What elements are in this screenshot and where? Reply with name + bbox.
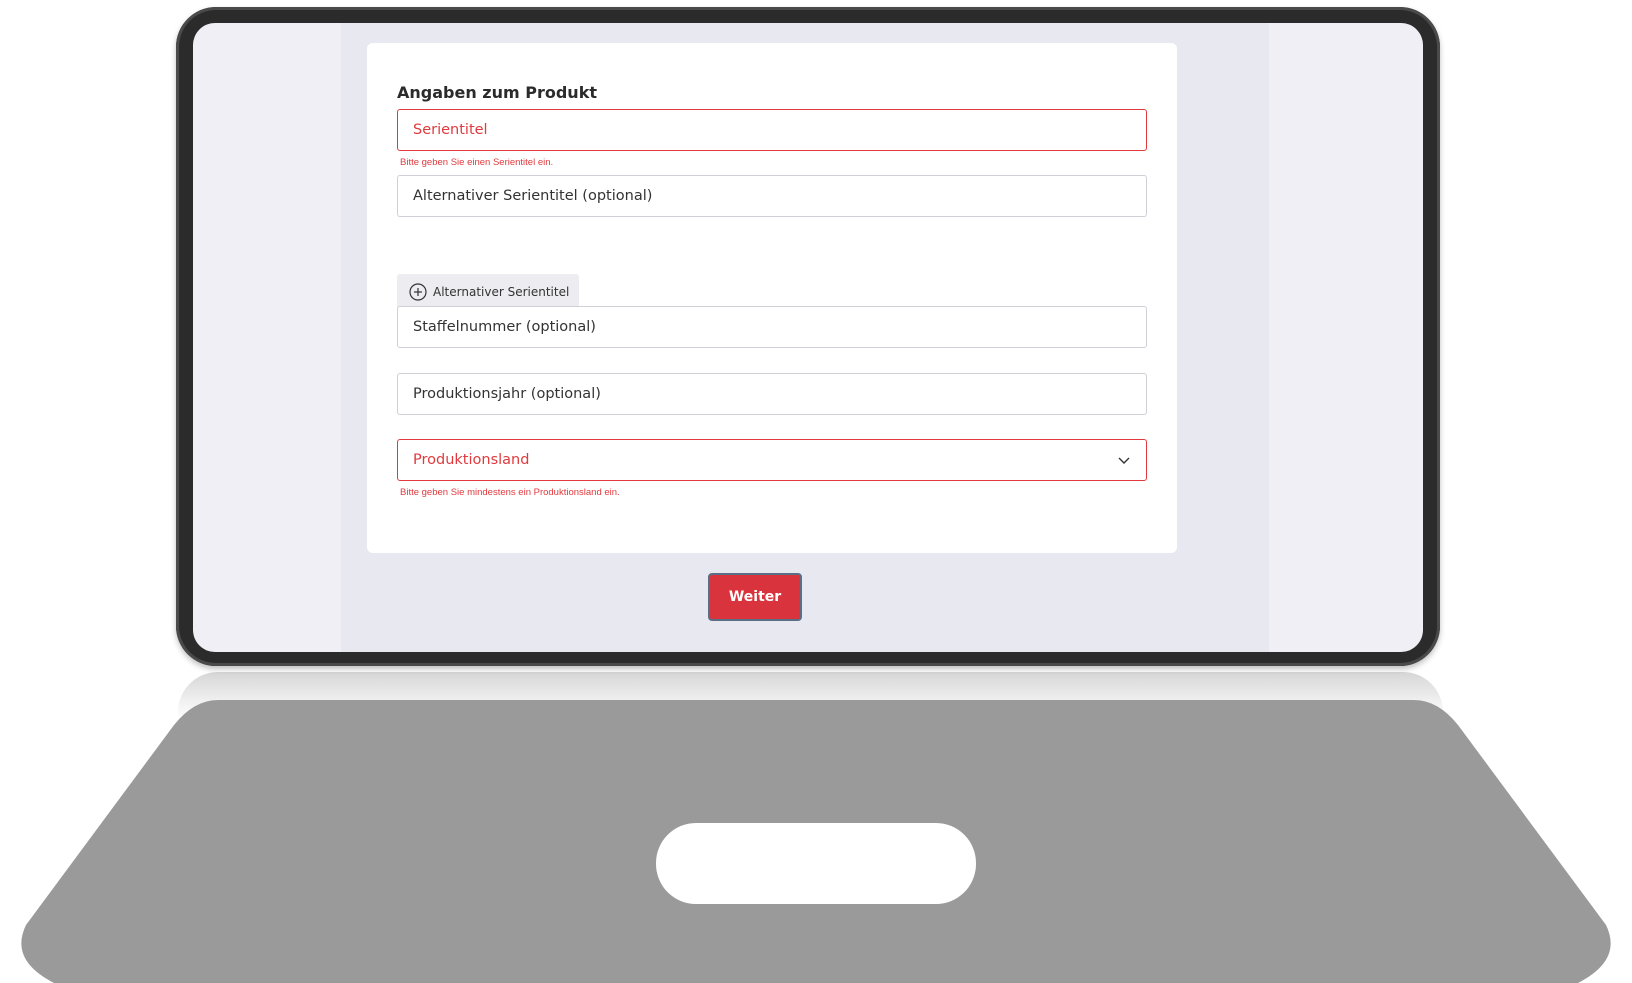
weiter-button[interactable]: Weiter bbox=[708, 573, 802, 621]
add-alt-serientitel-button[interactable]: Alternativer Serientitel bbox=[397, 274, 579, 310]
form-title: Angaben zum Produkt bbox=[397, 83, 597, 102]
laptop-mockup: Angaben zum Produkt Serientitel Bitte ge… bbox=[0, 0, 1632, 983]
product-form-card: Angaben zum Produkt Serientitel Bitte ge… bbox=[367, 43, 1177, 553]
produktionsland-error: Bitte geben Sie mindestens ein Produktio… bbox=[400, 487, 620, 498]
serientitel-error: Bitte geben Sie einen Serientitel ein. bbox=[400, 157, 554, 168]
serientitel-input[interactable]: Serientitel bbox=[397, 109, 1147, 151]
produktionsjahr-placeholder: Produktionsjahr (optional) bbox=[413, 386, 601, 402]
staffelnummer-placeholder: Staffelnummer (optional) bbox=[413, 319, 596, 335]
produktionsjahr-input[interactable]: Produktionsjahr (optional) bbox=[397, 373, 1147, 415]
produktionsland-placeholder: Produktionsland bbox=[413, 452, 530, 468]
alt-serientitel-placeholder: Alternativer Serientitel (optional) bbox=[413, 188, 653, 204]
staffelnummer-input[interactable]: Staffelnummer (optional) bbox=[397, 306, 1147, 348]
laptop-screen: Angaben zum Produkt Serientitel Bitte ge… bbox=[193, 23, 1423, 652]
alt-serientitel-input[interactable]: Alternativer Serientitel (optional) bbox=[397, 175, 1147, 217]
add-alt-serientitel-label: Alternativer Serientitel bbox=[433, 285, 570, 299]
plus-circle-icon bbox=[409, 283, 427, 301]
laptop-trackpad bbox=[656, 823, 976, 904]
page-content: Angaben zum Produkt Serientitel Bitte ge… bbox=[341, 23, 1269, 652]
produktionsland-select[interactable]: Produktionsland bbox=[397, 439, 1147, 481]
chevron-down-icon bbox=[1118, 457, 1130, 464]
serientitel-placeholder: Serientitel bbox=[413, 122, 488, 138]
